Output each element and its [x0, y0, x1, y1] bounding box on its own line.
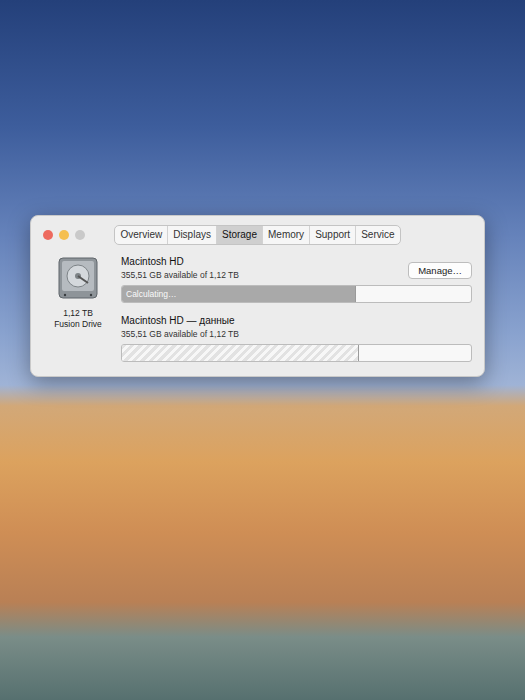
volume-row: Macintosh HD 355,51 GB available of 1,12 …	[121, 256, 472, 303]
window-controls	[43, 230, 85, 240]
volume-info: 355,51 GB available of 1,12 TB	[121, 329, 239, 339]
storage-panel: 1,12 TBFusion Drive Macintosh HD 355,51 GB…	[43, 256, 472, 362]
minimize-button[interactable]	[59, 230, 69, 240]
storage-bar	[121, 344, 472, 362]
volume-name: Macintosh HD	[121, 256, 239, 267]
tab[interactable]: Displays	[167, 226, 216, 244]
tab[interactable]: Service	[355, 226, 399, 244]
tab[interactable]: Overview	[115, 226, 167, 244]
manage-button[interactable]: Manage…	[408, 262, 472, 279]
volume-text: Macintosh HD — данные 355,51 GB available…	[121, 315, 239, 339]
hard-drive-icon	[57, 256, 99, 300]
bar-label: Calculating…	[122, 289, 177, 299]
volume-row: Macintosh HD — данные 355,51 GB available…	[121, 315, 472, 362]
disk-type: Fusion Drive	[54, 319, 102, 330]
toolbar: OverviewDisplaysStorageMemorySupportServ…	[43, 224, 472, 246]
volume-header: Macintosh HD — данные 355,51 GB available…	[121, 315, 472, 339]
zoom-button[interactable]	[75, 230, 85, 240]
tab[interactable]: Memory	[262, 226, 309, 244]
storage-fill	[122, 345, 359, 361]
tab[interactable]: Support	[309, 226, 355, 244]
volume-header: Macintosh HD 355,51 GB available of 1,12 …	[121, 256, 472, 280]
volume-list: Macintosh HD 355,51 GB available of 1,12 …	[121, 256, 472, 362]
volume-name: Macintosh HD — данные	[121, 315, 239, 326]
volume-text: Macintosh HD 355,51 GB available of 1,12 …	[121, 256, 239, 280]
about-window: OverviewDisplaysStorageMemorySupportServ…	[30, 215, 485, 377]
storage-fill: Calculating…	[122, 286, 356, 302]
disk-size: 1,12 TB	[54, 308, 102, 319]
storage-bar: Calculating…	[121, 285, 472, 303]
close-button[interactable]	[43, 230, 53, 240]
disk-caption: 1,12 TBFusion Drive	[54, 308, 102, 329]
disk-summary: 1,12 TBFusion Drive	[43, 256, 113, 362]
volume-info: 355,51 GB available of 1,12 TB	[121, 270, 239, 280]
tab-bar: OverviewDisplaysStorageMemorySupportServ…	[114, 225, 400, 245]
tab[interactable]: Storage	[216, 226, 262, 244]
